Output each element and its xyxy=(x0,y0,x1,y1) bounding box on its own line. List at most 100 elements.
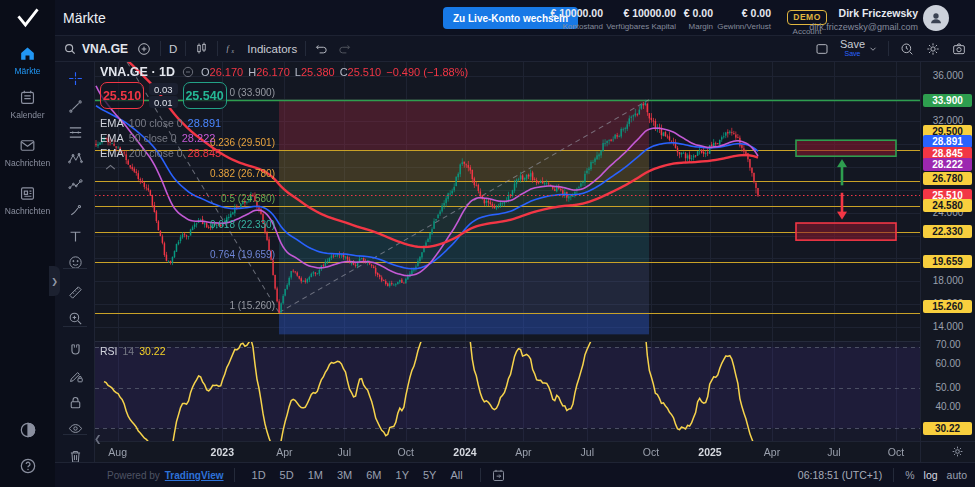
minus-circle-icon[interactable] xyxy=(181,65,195,79)
redo-icon[interactable] xyxy=(337,41,352,56)
save-button[interactable]: Save Save xyxy=(840,40,878,58)
drawing-mode-tool[interactable] xyxy=(64,365,86,387)
clock-label[interactable]: 06:18:51 (UTC+1) xyxy=(798,469,882,481)
trend-line-tool[interactable] xyxy=(64,95,86,117)
undo-icon[interactable] xyxy=(314,41,329,56)
time-axis-label: Aug xyxy=(108,446,127,458)
timeframe-all[interactable]: All xyxy=(450,469,462,481)
page-title: Märkte xyxy=(63,10,106,26)
fib-level-label: 0.5 (24.580) xyxy=(95,193,275,204)
fib-retracement-tool[interactable] xyxy=(64,121,86,143)
time-axis-label: 2025 xyxy=(698,446,721,458)
app-logo[interactable] xyxy=(0,0,55,36)
price-axis-badge: 19.659 xyxy=(923,255,972,268)
toolbar-separator xyxy=(63,434,87,435)
tradingview-link[interactable]: TradingView xyxy=(165,470,224,481)
legend-collapse-icon[interactable] xyxy=(104,163,468,171)
symbol-title[interactable]: VNA.GE · 1D xyxy=(100,65,175,79)
chart-style-icon[interactable] xyxy=(194,41,209,56)
magnet-tool[interactable] xyxy=(64,339,86,361)
percent-scale-button[interactable]: % xyxy=(905,469,914,481)
help-icon[interactable] xyxy=(0,456,55,476)
indicator-legend-ema-50[interactable]: EMA50 close 028.222 xyxy=(100,130,468,145)
layout-icon[interactable] xyxy=(814,41,830,57)
news-icon xyxy=(18,184,37,203)
powered-by-label: Powered by xyxy=(107,470,160,481)
indicator-legend-ema-100[interactable]: EMA100 close 028.891 xyxy=(100,115,468,130)
mail-icon xyxy=(18,136,37,155)
svg-text:f: f xyxy=(227,44,231,53)
trading-app: Märkte Kalender Nachrichten Nachrichten Mär… xyxy=(0,0,975,487)
sell-button[interactable]: 25.510 xyxy=(100,82,144,109)
avatar[interactable] xyxy=(923,5,949,31)
crosshair-tool[interactable] xyxy=(64,67,86,89)
quick-search-icon[interactable] xyxy=(899,41,915,57)
hide-drawings-tool[interactable] xyxy=(64,417,86,439)
time-axis-label: Jul xyxy=(827,446,840,458)
brush-tool[interactable] xyxy=(64,199,86,221)
xabcd-pattern-tool[interactable] xyxy=(64,147,86,169)
stat-kontostand: € 10000.00Kontostand xyxy=(550,7,603,31)
emoji-tool[interactable] xyxy=(64,251,86,273)
price-axis-label: 36.000 xyxy=(921,70,975,81)
snapshot-camera-icon[interactable] xyxy=(951,41,967,57)
timeframe-1d[interactable]: 1D xyxy=(252,469,266,481)
compare-add-icon[interactable] xyxy=(136,41,152,57)
symbol-search[interactable]: VNA.GE xyxy=(63,42,128,56)
buy-button[interactable]: 25.540 xyxy=(183,82,227,109)
top-header: Märkte Zu Live-Konto wechseln € 10000.00… xyxy=(55,0,975,36)
calendar-icon xyxy=(18,88,37,107)
pane-collapse-icon[interactable]: ❮ xyxy=(94,434,102,444)
timeframe-1y[interactable]: 1Y xyxy=(396,469,409,481)
timeframe-6m[interactable]: 6M xyxy=(366,469,381,481)
sidebar-item-nachrichten[interactable]: Nachrichten xyxy=(0,136,55,168)
settings-gear-icon[interactable] xyxy=(925,41,941,57)
sidebar-collapse-handle[interactable]: ❯ xyxy=(49,266,60,296)
indicators-button[interactable]: fx Indicators xyxy=(226,42,297,56)
price-axis-badge: 15.260 xyxy=(923,300,972,313)
time-axis-label: Jul xyxy=(581,446,594,458)
price-axis[interactable]: 36.00032.00024.00018.00016.00014.00033.9… xyxy=(920,62,975,462)
stat-margin: € 0.00Margin xyxy=(684,7,713,31)
interval-button[interactable]: D xyxy=(169,43,177,55)
price-axis-badge: 33.900 xyxy=(923,94,972,107)
app-sidebar: Märkte Kalender Nachrichten Nachrichten xyxy=(0,0,55,487)
ohlc-c: C25.510 xyxy=(340,66,382,78)
time-axis-settings-icon[interactable] xyxy=(951,445,964,458)
spread-bottom: 0.01 xyxy=(149,96,178,108)
chart-plot-area: VNA.GE · 1D O26.170H26.170L25.380C25.510… xyxy=(95,62,920,462)
time-axis-label: 2023 xyxy=(211,446,234,458)
time-axis-label: Jul xyxy=(338,446,351,458)
ruler-tool[interactable] xyxy=(64,281,86,303)
text-tool[interactable] xyxy=(64,225,86,247)
change-value: −0.490 (−1.88%) xyxy=(386,66,468,78)
auto-scale-button[interactable]: auto xyxy=(947,469,967,481)
rsi-axis-label: 70.00 xyxy=(921,339,975,350)
chart-toolbar: VNA.GE D fx Indicators Save Save xyxy=(55,36,975,62)
timeframe-5d[interactable]: 5D xyxy=(280,469,294,481)
rsi-legend: RSI 14 30.22 xyxy=(100,345,165,357)
go-to-date-icon[interactable] xyxy=(491,468,506,483)
timeframe-5y[interactable]: 5Y xyxy=(423,469,436,481)
home-icon xyxy=(18,44,37,63)
time-axis-label: Apr xyxy=(515,446,531,458)
fib-level-label: 0.618 (22.330) xyxy=(95,219,275,230)
spread-values: 0.03 0.01 xyxy=(149,82,178,109)
rsi-axis-label: 60.00 xyxy=(921,358,975,369)
ohlc-h: H26.170 xyxy=(248,66,290,78)
rsi-axis-label: 40.00 xyxy=(921,401,975,412)
forecast-tool[interactable] xyxy=(64,173,86,195)
theme-icon[interactable] xyxy=(0,420,55,440)
log-scale-button[interactable]: log xyxy=(924,469,938,481)
sidebar-item-märkte[interactable]: Märkte xyxy=(0,44,55,76)
svg-text:x: x xyxy=(231,48,235,54)
sidebar-item-nachrichten-2[interactable]: Nachrichten xyxy=(0,184,55,216)
indicator-legend-ema-200[interactable]: EMA200 close 028.845 xyxy=(100,145,468,160)
sidebar-item-kalender[interactable]: Kalender xyxy=(0,88,55,120)
ohlc-o: O26.170 xyxy=(201,66,243,78)
lock-drawings-tool[interactable] xyxy=(64,391,86,413)
timeframe-3m[interactable]: 3M xyxy=(337,469,352,481)
price-axis-badge: 26.780 xyxy=(923,172,972,185)
user-info[interactable]: Dirk Friczewsky dirk.friczewsky@gmail.co… xyxy=(809,7,918,32)
timeframe-1m[interactable]: 1M xyxy=(308,469,323,481)
